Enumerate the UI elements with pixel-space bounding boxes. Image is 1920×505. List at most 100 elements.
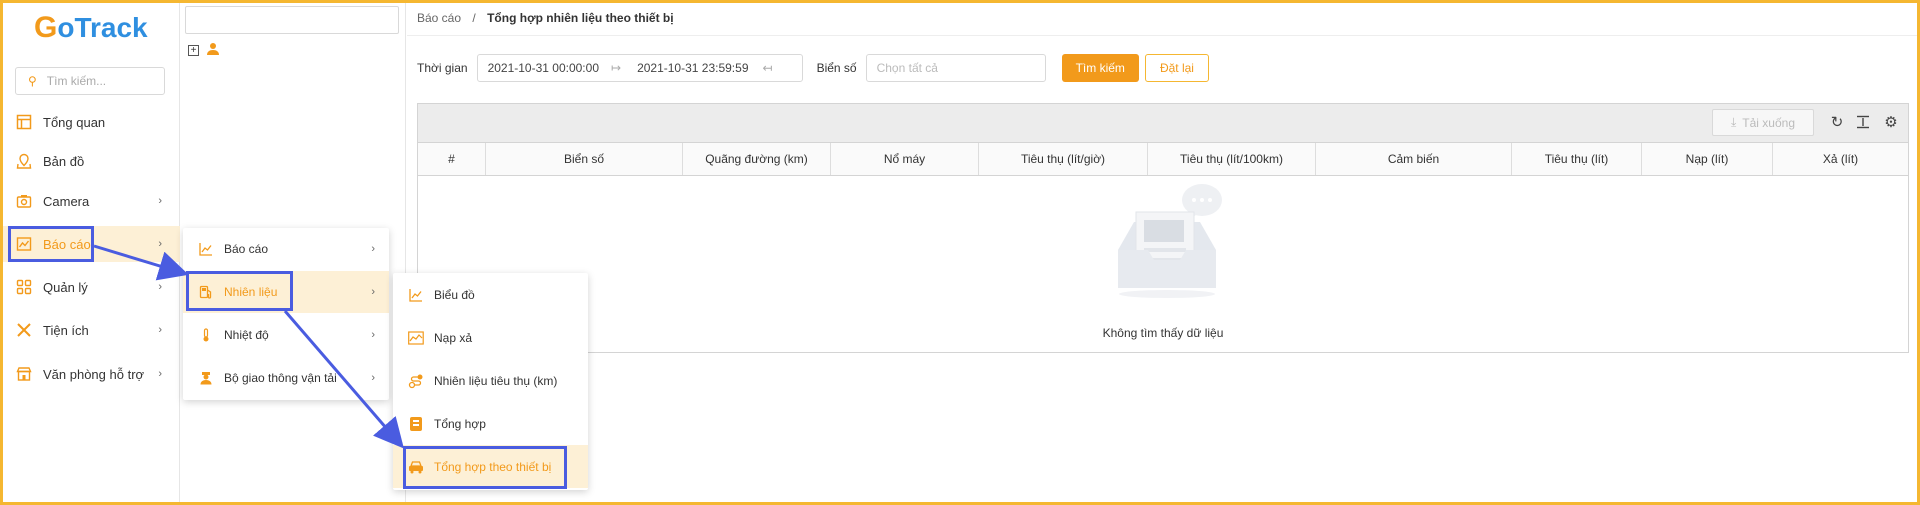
- area-chart-icon: [408, 330, 424, 346]
- refresh-icon[interactable]: ↻: [1828, 113, 1846, 131]
- sidebar-item-label: Bản đồ: [43, 153, 85, 169]
- header-divider: [407, 35, 1920, 36]
- download-icon: ⤓: [1730, 115, 1737, 129]
- empty-text: Không tìm thấy dữ liệu: [1102, 326, 1224, 340]
- table-toolbar: ⤓ Tải xuống ↻ ⚙: [418, 104, 1908, 142]
- menu-item-refuel-drain[interactable]: Nạp xả: [393, 316, 588, 359]
- time-label: Thời gian: [417, 61, 468, 75]
- date-range-picker[interactable]: 2021-10-31 00:00:00 ↦ 2021-10-31 23:59:5…: [476, 54, 803, 82]
- menu-item-fuel-consumption-km[interactable]: Nhiên liệu tiêu thụ (km): [393, 359, 588, 402]
- end-date[interactable]: 2021-10-31 23:59:59: [637, 61, 748, 75]
- column-height-icon[interactable]: [1854, 113, 1872, 131]
- menu-item-label: Bộ giao thông vận tải: [224, 371, 337, 385]
- officer-icon: [198, 370, 214, 386]
- sidebar-item-management[interactable]: Quản lý ›: [0, 269, 180, 305]
- menu-item-label: Nhiệt độ: [224, 328, 269, 342]
- table-header: # Biển số Quãng đường (km) Nổ máy Tiêu t…: [418, 142, 1908, 176]
- highlight-box-fuel: [186, 271, 293, 311]
- store-icon: [15, 365, 33, 383]
- arrow-right-icon: ↦: [611, 61, 622, 75]
- breadcrumb: Báo cáo / Tổng hợp nhiên liệu theo thiết…: [417, 11, 674, 25]
- thermometer-icon: [198, 327, 214, 343]
- sidebar-item-label: Tổng quan: [43, 114, 106, 130]
- menu-item-temperature[interactable]: Nhiệt độ ›: [183, 314, 389, 356]
- sidebar-item-support-office[interactable]: Văn phòng hỗ trợ ›: [0, 356, 180, 392]
- reports-submenu: Báo cáo › Nhiên liệu › Nhiệt độ › Bộ gia…: [183, 228, 389, 400]
- user-group-icon: [206, 42, 220, 59]
- col-drain: Xả (lít): [1822, 152, 1859, 166]
- download-label: Tải xuống: [1742, 115, 1795, 130]
- sidebar-item-label: Tiện ích: [43, 322, 89, 338]
- tree-search-input[interactable]: [185, 6, 399, 34]
- line-chart-icon: [408, 287, 424, 303]
- chevron-right-icon: ›: [158, 368, 162, 380]
- col-distance: Quãng đường (km): [683, 143, 831, 175]
- col-consumption-per-100km: Tiêu thụ (lít/100km): [1148, 143, 1316, 175]
- search-placeholder: Tìm kiếm...: [46, 74, 107, 88]
- sidebar-item-label: Camera: [43, 193, 90, 209]
- menu-item-label: Biểu đồ: [434, 287, 475, 302]
- start-date[interactable]: 2021-10-31 00:00:00: [488, 61, 599, 75]
- chevron-right-icon: ›: [158, 324, 162, 336]
- chevron-right-icon: ›: [371, 286, 375, 298]
- gotrack-logo[interactable]: G oTrack: [34, 10, 148, 46]
- search-button[interactable]: Tìm kiếm: [1061, 54, 1139, 82]
- sidebar-search-input[interactable]: ⚲ Tìm kiếm...: [15, 67, 165, 95]
- chevron-right-icon: ›: [158, 238, 162, 250]
- col-consumption-per-hour: Tiêu thụ (lít/giờ): [979, 143, 1148, 175]
- sidebar-item-overview[interactable]: Tổng quan: [0, 104, 180, 140]
- chevron-right-icon: ›: [158, 281, 162, 293]
- dashboard-icon: [15, 113, 33, 131]
- arrow-left-icon: ↤: [762, 61, 773, 75]
- plate-select[interactable]: Chọn tất cả: [865, 54, 1046, 82]
- report-table: ⤓ Tải xuống ↻ ⚙ # Biển số Quãng đường (k…: [417, 103, 1909, 353]
- menu-item-label: Nhiên liệu tiêu thụ (km): [434, 373, 558, 388]
- sidebar-item-camera[interactable]: Camera ›: [0, 183, 180, 219]
- menu-item-label: Tổng hợp: [434, 416, 486, 431]
- menu-item-transport-ministry[interactable]: Bộ giao thông vận tải ›: [183, 357, 389, 399]
- sidebar-item-map[interactable]: Bản đồ: [0, 143, 180, 179]
- line-chart-icon: [198, 241, 214, 257]
- settings-icon[interactable]: ⚙: [1882, 113, 1900, 131]
- reset-button[interactable]: Đặt lại: [1144, 54, 1209, 82]
- col-index: #: [418, 143, 486, 175]
- highlight-box-reports: [8, 226, 94, 262]
- chevron-right-icon: ›: [371, 329, 375, 341]
- menu-item-label: Nạp xả: [434, 330, 473, 345]
- sidebar-item-label: Văn phòng hỗ trợ: [43, 366, 145, 382]
- filter-bar: Thời gian 2021-10-31 00:00:00 ↦ 2021-10-…: [417, 53, 1209, 83]
- chevron-right-icon: ›: [158, 195, 162, 207]
- plate-label: Biển số: [816, 61, 857, 75]
- menu-item-label: Báo cáo: [224, 242, 269, 256]
- chevron-right-icon: ›: [371, 243, 375, 255]
- logo-letter: G: [34, 11, 58, 44]
- chevron-right-icon: ›: [371, 372, 375, 384]
- col-plate: Biển số: [486, 143, 683, 175]
- breadcrumb-current: Tổng hợp nhiên liệu theo thiết bị: [487, 11, 674, 25]
- map-icon: [15, 152, 33, 170]
- menu-item-chart[interactable]: Biểu đồ: [393, 273, 588, 316]
- col-consumption: Tiêu thụ (lít): [1512, 143, 1642, 175]
- empty-inbox-icon: [1118, 184, 1222, 298]
- sidebar-item-utilities[interactable]: Tiện ích ›: [0, 312, 180, 348]
- col-refuel: Nạp (lít): [1642, 143, 1773, 175]
- col-sensor: Cảm biến: [1316, 143, 1512, 175]
- tools-icon: [15, 321, 33, 339]
- tree-root-node[interactable]: +: [188, 42, 220, 59]
- col-engine-on: Nổ máy: [831, 143, 979, 175]
- sidebar-item-label: Quản lý: [43, 279, 88, 295]
- plate-placeholder: Chọn tất cả: [876, 61, 938, 75]
- menu-item-fuel-summary[interactable]: Tổng hợp: [393, 402, 588, 445]
- breadcrumb-separator: /: [472, 11, 476, 25]
- breadcrumb-parent[interactable]: Báo cáo: [417, 11, 461, 25]
- route-icon: [408, 373, 424, 389]
- grid-icon: [15, 278, 33, 296]
- menu-item-reports[interactable]: Báo cáo ›: [183, 228, 389, 270]
- download-button[interactable]: ⤓ Tải xuống: [1712, 109, 1814, 136]
- camera-icon: [15, 192, 33, 210]
- highlight-box-summary-by-device: [403, 446, 567, 489]
- main-content: Báo cáo / Tổng hợp nhiên liệu theo thiết…: [407, 0, 1920, 505]
- logo-text: oTrack: [57, 12, 148, 43]
- search-icon: ⚲: [28, 74, 37, 88]
- expand-icon[interactable]: +: [188, 45, 199, 56]
